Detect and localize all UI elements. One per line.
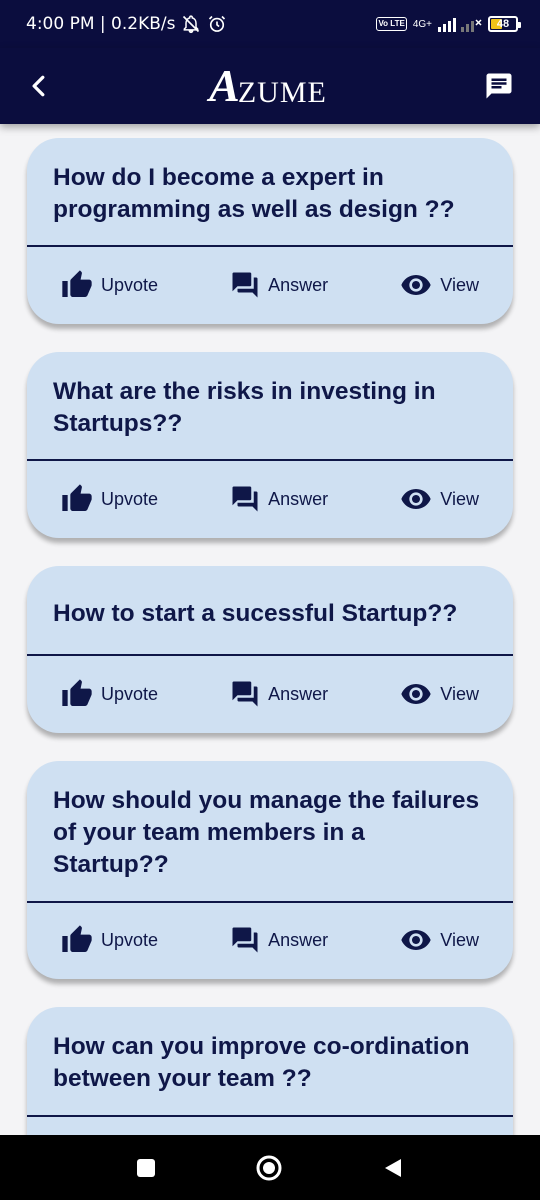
answer-label: Answer [268, 929, 329, 950]
app-bar: A ZUME [0, 48, 540, 124]
network-type: 4G+ [412, 18, 432, 30]
view-button[interactable]: View [400, 678, 479, 710]
battery-level: 48 [496, 18, 510, 30]
question-card[interactable]: What are the risks in investing in Start… [27, 352, 513, 538]
upvote-label: Upvote [101, 683, 159, 704]
eye-icon [401, 684, 431, 704]
eye-icon [401, 275, 431, 295]
notifications-off-icon [183, 15, 200, 34]
answer-button[interactable]: Answer [230, 679, 328, 709]
view-button[interactable]: View [400, 924, 479, 956]
question-text: How should you manage the failures of yo… [53, 787, 480, 878]
question-card[interactable]: How can you improve co-ordination betwee… [27, 1007, 513, 1135]
forum-icon [232, 272, 258, 298]
question-text: How do I become a expert in programming … [53, 164, 455, 223]
back-triangle-icon[interactable] [381, 1156, 405, 1180]
system-nav-bar [0, 1135, 540, 1200]
status-time-speed: 4:00 PM | 0.2KB/s [26, 14, 176, 34]
answer-button[interactable]: Answer [230, 484, 328, 514]
logo-initial: A [209, 60, 240, 111]
volte-badge: Vo LTE [376, 17, 407, 31]
view-label: View [440, 929, 479, 950]
card-divider [27, 1115, 513, 1117]
answer-label: Answer [268, 683, 329, 704]
status-bar: 4:00 PM | 0.2KB/s Vo LTE 4G+ 48 [0, 0, 540, 48]
question-text: How to start a sucessful Startup?? [53, 600, 458, 627]
upvote-label: Upvote [101, 488, 159, 509]
question-feed[interactable]: How do I become a expert in programming … [0, 124, 540, 1135]
thumb-up-icon [62, 925, 92, 952]
view-button[interactable]: View [400, 269, 479, 301]
question-card[interactable]: How to start a sucessful Startup?? Upvot… [27, 566, 513, 733]
view-button[interactable]: View [400, 483, 479, 515]
upvote-label: Upvote [101, 929, 159, 950]
thumb-up-icon [62, 270, 92, 297]
eye-icon [401, 930, 431, 950]
card-actions: Upvote Answer View [27, 901, 513, 979]
upvote-label: Upvote [101, 274, 159, 295]
card-actions: Upvote Answer View [27, 655, 513, 733]
forum-icon [232, 486, 258, 512]
question-card[interactable]: How should you manage the failures of yo… [27, 761, 513, 979]
home-circle-icon[interactable] [255, 1154, 283, 1182]
recents-square-icon[interactable] [135, 1157, 157, 1179]
thumb-up-icon [62, 679, 92, 706]
card-actions: Upvote Answer View [27, 460, 513, 538]
alarm-icon [209, 15, 226, 32]
upvote-button[interactable]: Upvote [61, 924, 158, 956]
question-card[interactable]: How do I become a expert in programming … [27, 138, 513, 324]
signal-icon [438, 18, 482, 32]
forum-icon [232, 927, 258, 953]
status-left: 4:00 PM | 0.2KB/s [26, 14, 227, 34]
upvote-button[interactable]: Upvote [61, 678, 158, 710]
view-label: View [440, 274, 479, 295]
eye-icon [401, 489, 431, 509]
answer-button[interactable]: Answer [230, 925, 328, 955]
view-label: View [440, 683, 479, 704]
card-actions: Upvote Answer View [27, 246, 513, 324]
answer-label: Answer [268, 488, 329, 509]
upvote-button[interactable]: Upvote [61, 269, 158, 301]
forum-icon [232, 681, 258, 707]
upvote-button[interactable]: Upvote [61, 483, 158, 515]
question-text: What are the risks in investing in Start… [53, 378, 436, 437]
question-text: How can you improve co-ordination betwee… [53, 1033, 470, 1092]
chat-icon[interactable] [484, 71, 514, 101]
app-logo: A ZUME [209, 63, 327, 109]
view-label: View [440, 488, 479, 509]
status-right: Vo LTE 4G+ 48 [376, 16, 521, 32]
battery-icon: 48 [488, 16, 521, 32]
logo-text: ZUME [237, 76, 327, 109]
answer-label: Answer [268, 274, 329, 295]
thumb-up-icon [62, 484, 92, 511]
answer-button[interactable]: Answer [230, 270, 328, 300]
back-arrow-icon[interactable] [26, 73, 52, 99]
